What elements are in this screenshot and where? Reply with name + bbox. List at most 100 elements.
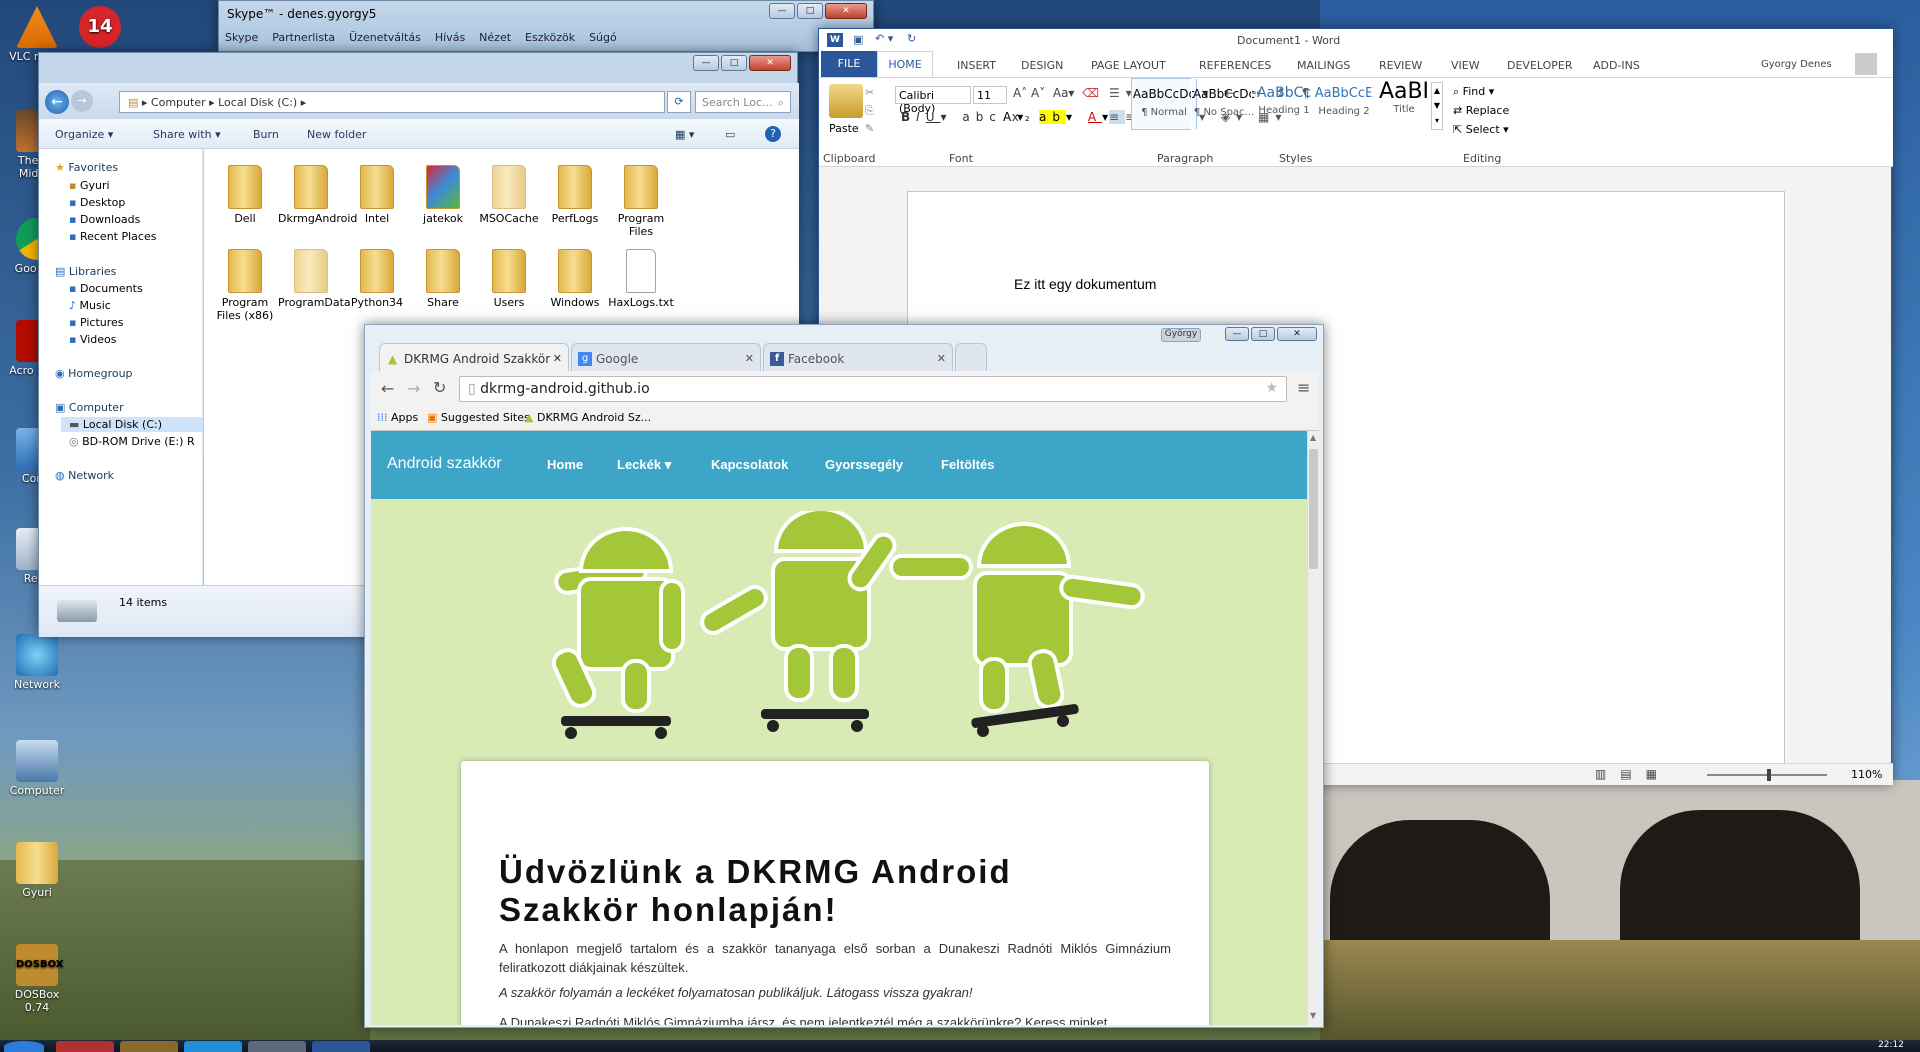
tab-add-ins[interactable]: ADD-INS bbox=[1593, 59, 1640, 72]
taskbar-item[interactable] bbox=[120, 1041, 178, 1052]
burn-button[interactable]: Burn bbox=[253, 128, 279, 141]
url-bar[interactable]: ▯ dkrmg-android.github.io ★ bbox=[459, 376, 1287, 402]
scroll-down-icon[interactable]: ▼ bbox=[1310, 1011, 1316, 1020]
file-item[interactable]: Dell bbox=[212, 165, 278, 225]
save-icon[interactable]: ▣ bbox=[853, 33, 863, 46]
font-grow-shrink[interactable]: A˄ A˅ Aa▾ ⌫ bbox=[1013, 86, 1099, 100]
file-item[interactable]: Python34 bbox=[344, 249, 410, 309]
back-icon[interactable]: ← bbox=[45, 90, 69, 114]
chrome-window[interactable]: György — □ ✕ ▲ DKRMG Android Szakkör ✕ g… bbox=[364, 324, 1324, 1028]
zoom-slider-thumb[interactable] bbox=[1767, 769, 1771, 781]
sidebar-item-music[interactable]: ♪ Music bbox=[69, 299, 111, 312]
style-no-spacing[interactable]: AaBbCcDc ¶ No Spac... bbox=[1191, 78, 1257, 130]
file-item[interactable]: Share bbox=[410, 249, 476, 309]
sidebar-item-pictures[interactable]: ▪ Pictures bbox=[69, 316, 124, 329]
file-item[interactable]: PerfLogs bbox=[542, 165, 608, 225]
file-item[interactable]: Windows bbox=[542, 249, 608, 309]
bookmark-dkrmg[interactable]: ▲ DKRMG Android Sz... bbox=[525, 411, 651, 424]
select-button[interactable]: ⇱ Select ▾ bbox=[1453, 120, 1509, 139]
skype-menu-item[interactable]: Üzenetváltás bbox=[349, 31, 421, 44]
tab-dkrmg[interactable]: ▲ DKRMG Android Szakkör ✕ bbox=[379, 343, 569, 371]
tab-insert[interactable]: INSERT bbox=[957, 59, 996, 72]
skype-menu-item[interactable]: Skype bbox=[225, 31, 258, 44]
menu-icon[interactable]: ≡ bbox=[1297, 378, 1310, 397]
page-scrollbar[interactable]: ▲ ▼ bbox=[1307, 431, 1319, 1025]
desktop-icon-computer[interactable]: Computer bbox=[2, 740, 72, 797]
redo-icon[interactable]: ↻ bbox=[907, 32, 916, 45]
bookmark-apps[interactable]: ⁞⁞⁞ Apps bbox=[377, 411, 418, 424]
scroll-up-icon[interactable]: ▲ bbox=[1310, 433, 1316, 442]
profile-button[interactable]: György bbox=[1161, 328, 1201, 342]
share-with-button[interactable]: Share with ▾ bbox=[153, 128, 221, 141]
find-button[interactable]: ⌕ Find ▾ bbox=[1453, 82, 1509, 101]
nav-gyorssegely[interactable]: Gyorssegély bbox=[825, 457, 903, 472]
forward-icon[interactable]: → bbox=[71, 90, 93, 112]
skype-menu-item[interactable]: Hívás bbox=[435, 31, 465, 44]
sidebar-item-bd-rom[interactable]: ◎ BD-ROM Drive (E:) R bbox=[69, 435, 195, 448]
sidebar-item-documents[interactable]: ▪ Documents bbox=[69, 282, 143, 295]
undo-icon[interactable]: ↶ ▾ bbox=[875, 32, 893, 45]
file-item[interactable]: Program Files (x86) bbox=[212, 249, 278, 322]
minimize-button[interactable]: — bbox=[1225, 327, 1249, 341]
paste-button[interactable]: Paste bbox=[829, 122, 859, 135]
close-tab-icon[interactable]: ✕ bbox=[553, 352, 562, 365]
nav-feltoltes[interactable]: Feltöltés bbox=[941, 457, 994, 472]
skype-menu-item[interactable]: Nézet bbox=[479, 31, 511, 44]
tab-review[interactable]: REVIEW bbox=[1379, 59, 1422, 72]
minimize-button[interactable]: — bbox=[769, 3, 795, 19]
new-tab-button[interactable] bbox=[955, 343, 987, 371]
tab-design[interactable]: DESIGN bbox=[1021, 59, 1063, 72]
file-item[interactable]: jatekok bbox=[410, 165, 476, 225]
font-color-buttons[interactable]: A▾ ab▾ A▾ bbox=[1003, 110, 1114, 124]
style-heading-2[interactable]: AaBbCcE Heading 2 bbox=[1311, 78, 1377, 130]
zoom-level[interactable]: 110% bbox=[1851, 768, 1882, 781]
desktop-icon-gyuri[interactable]: Gyuri bbox=[2, 842, 72, 899]
refresh-icon[interactable]: ⟳ bbox=[667, 91, 691, 113]
tab-home[interactable]: HOME bbox=[877, 51, 933, 78]
tab-facebook[interactable]: f Facebook ✕ bbox=[763, 343, 953, 371]
view-mode-icons[interactable]: ▥▤▦ bbox=[1595, 767, 1671, 781]
file-item[interactable]: DkrmgAndroid bbox=[278, 165, 357, 225]
file-item[interactable]: ProgramData bbox=[278, 249, 351, 309]
format-painter-icon[interactable]: ✎ bbox=[865, 122, 874, 135]
copy-icon[interactable]: ⎘ bbox=[865, 104, 874, 117]
desktop-icon-dosbox[interactable]: DOSBOX DOSBox 0.74 bbox=[2, 944, 72, 1014]
sidebar-favorites[interactable]: ★ Favorites bbox=[55, 161, 118, 174]
taskbar-item[interactable] bbox=[248, 1041, 306, 1052]
skype-menu-item[interactable]: Partnerlista bbox=[272, 31, 335, 44]
taskbar-clock[interactable]: 22:12 bbox=[1878, 1040, 1904, 1050]
sidebar-libraries[interactable]: ▤ Libraries bbox=[55, 265, 116, 278]
sidebar-item-videos[interactable]: ▪ Videos bbox=[69, 333, 117, 346]
taskbar-item[interactable] bbox=[312, 1041, 370, 1052]
skype-menu-item[interactable]: Súgó bbox=[589, 31, 617, 44]
taskbar-item[interactable] bbox=[56, 1041, 114, 1052]
sidebar-item-recent-places[interactable]: ▪ Recent Places bbox=[69, 230, 156, 243]
cut-icon[interactable]: ✂ bbox=[865, 86, 874, 99]
document-text[interactable]: Ez itt egy dokumentum bbox=[1014, 276, 1156, 292]
organize-button[interactable]: Organize ▾ bbox=[55, 128, 113, 141]
close-tab-icon[interactable]: ✕ bbox=[745, 352, 754, 365]
tab-mailings[interactable]: MAILINGS bbox=[1297, 59, 1350, 72]
maximize-button[interactable]: □ bbox=[721, 55, 747, 71]
maximize-button[interactable]: □ bbox=[1251, 327, 1275, 341]
close-button[interactable]: ✕ bbox=[1277, 327, 1317, 341]
paste-icon[interactable] bbox=[829, 84, 863, 118]
desktop-icon-badge[interactable]: 14 bbox=[78, 6, 122, 50]
tab-developer[interactable]: DEVELOPER bbox=[1507, 59, 1573, 72]
taskbar-item[interactable] bbox=[184, 1041, 242, 1052]
preview-pane-icon[interactable]: ▭ bbox=[725, 128, 735, 141]
replace-button[interactable]: ⇄ Replace bbox=[1453, 101, 1509, 120]
breadcrumb-item[interactable]: Computer bbox=[151, 96, 206, 109]
file-item[interactable]: HaxLogs.txt bbox=[608, 249, 674, 309]
bookmark-star-icon[interactable]: ★ bbox=[1265, 380, 1278, 396]
tab-file[interactable]: FILE bbox=[821, 51, 877, 77]
sidebar-computer[interactable]: ▣ Computer bbox=[55, 401, 124, 414]
tab-page-layout[interactable]: PAGE LAYOUT bbox=[1091, 59, 1166, 72]
style-heading-1[interactable]: AaBbCc Heading 1 bbox=[1251, 78, 1317, 130]
sidebar-item-local-disk[interactable]: ▬ Local Disk (C:) bbox=[61, 417, 203, 432]
close-button[interactable]: ✕ bbox=[749, 55, 791, 71]
site-brand[interactable]: Android szakkör bbox=[387, 455, 502, 473]
close-button[interactable]: ✕ bbox=[825, 3, 867, 19]
bookmark-suggested-sites[interactable]: ▣ Suggested Sites bbox=[427, 411, 530, 424]
avatar[interactable] bbox=[1855, 53, 1877, 75]
